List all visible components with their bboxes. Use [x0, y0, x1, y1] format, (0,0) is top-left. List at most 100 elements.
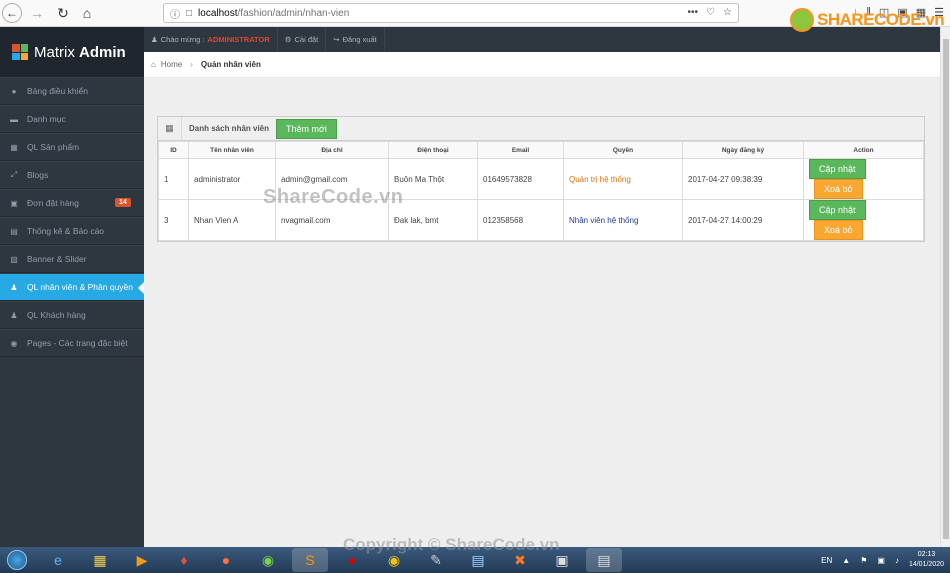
copyright-watermark: Copyright © ShareCode.vn: [343, 535, 560, 554]
cell-id: 3: [158, 199, 189, 241]
sidebar-item-customers[interactable]: ♟ QL Khách hàng: [0, 301, 144, 329]
column-header: ID: [158, 141, 189, 159]
monitor-icon[interactable]: ▣: [877, 556, 885, 565]
update-button[interactable]: Cập nhật: [809, 159, 866, 179]
app-green-icon[interactable]: ◉: [250, 548, 286, 572]
column-header: Tên nhân viên: [188, 141, 276, 159]
staff-panel: ▦ Danh sách nhân viên Thêm mới ID Tên nh…: [157, 116, 925, 242]
sidebar-item-categories[interactable]: ▬ Danh mục: [0, 105, 144, 133]
brand[interactable]: Matrix Admin: [0, 27, 144, 77]
sidebar-item-label: Danh mục: [27, 114, 66, 124]
sidebar-item-label: QL nhân viên & Phân quyền: [27, 282, 134, 292]
sidebar-item-label: Bảng điều khiển: [27, 86, 88, 96]
bookmark-star-icon[interactable]: ☆: [723, 7, 732, 18]
brand-text: Matrix Admin: [34, 43, 126, 61]
sidebar-item-label: Blogs: [27, 170, 49, 180]
sidebar-item-label: QL Sản phẩm: [27, 142, 80, 152]
sidebar-item-label: Thống kê & Báo cáo: [27, 226, 105, 236]
ie-icon[interactable]: e: [40, 548, 76, 572]
film-icon: ▧: [10, 254, 18, 264]
chart-icon: ▤: [10, 226, 18, 236]
panel-title: Danh sách nhân viên: [189, 124, 270, 133]
cell-actions: Cập nhậtXoá bỏ: [803, 158, 924, 200]
clock[interactable]: 02:13 14/01/2020: [909, 550, 944, 570]
orders-count-badge: 14: [115, 198, 131, 207]
system-tray: EN ▲ ⚑ ▣ ♪ 02:13 14/01/2020: [821, 547, 950, 573]
home-icon[interactable]: ⌂: [76, 2, 98, 24]
delete-button[interactable]: Xoá bỏ: [814, 179, 863, 199]
cell-email: 01649573828: [477, 158, 564, 200]
volume-icon[interactable]: ♪: [895, 556, 899, 565]
sidebar-item-products[interactable]: ▦ QL Sản phẩm: [0, 133, 144, 161]
home-icon: ●: [11, 86, 17, 96]
reload-icon[interactable]: ↻: [52, 2, 74, 24]
start-button[interactable]: [0, 547, 34, 573]
chevron-right-icon: ›: [190, 60, 193, 69]
delete-button[interactable]: Xoá bỏ: [814, 220, 863, 240]
info-icon: ◉: [10, 338, 18, 348]
column-header: Quyền: [563, 141, 683, 159]
user-icon: ♟: [151, 35, 158, 44]
sidebar-item-banner[interactable]: ▧ Banner & Slider: [0, 245, 144, 273]
grid-icon: ▦: [10, 142, 18, 152]
sharecode-logo-text: SHARECODE.vn: [817, 10, 945, 29]
cell-email: 012358568: [477, 199, 564, 241]
user-icon: ♟: [10, 310, 18, 320]
language-indicator[interactable]: EN: [821, 556, 832, 565]
watermark: ShareCode.vn: [263, 186, 404, 208]
back-icon[interactable]: ←: [2, 3, 22, 23]
sharecode-logo: SHARECODE.vn: [790, 8, 945, 32]
sidebar-item-staff[interactable]: ♟ QL nhân viên & Phân quyền: [0, 273, 144, 301]
explorer-icon[interactable]: ▦: [82, 548, 118, 572]
share-icon: ↪: [333, 35, 340, 44]
sidebar-item-reports[interactable]: ▤ Thống kê & Báo cáo: [0, 217, 144, 245]
cell-role: Quản trị hệ thống: [563, 158, 683, 200]
column-header: Địa chỉ: [275, 141, 389, 159]
tray-arrow-icon[interactable]: ▲: [842, 556, 850, 565]
info-icon[interactable]: ⓘ: [170, 6, 180, 21]
media-player-icon[interactable]: ▶: [124, 548, 160, 572]
logout-link[interactable]: ↪ Đăng xuất: [326, 27, 385, 52]
user-greeting[interactable]: ♟ Chào mừng : ADMINISTRATOR: [144, 27, 278, 52]
breadcrumb: ⌂ Home › Quản nhân viên: [144, 52, 940, 78]
settings-link[interactable]: ⚙ Cài đặt: [278, 27, 327, 52]
username: ADMINISTRATOR: [207, 35, 270, 44]
windows-logo-icon: [7, 550, 27, 570]
breadcrumb-current: Quản nhân viên: [200, 60, 261, 69]
pocket-icon[interactable]: ♡: [706, 7, 715, 18]
update-button[interactable]: Cập nhật: [809, 200, 866, 220]
folder-icon: ▬: [10, 114, 18, 124]
sidebar-item-dashboard[interactable]: ● Bảng điều khiển: [0, 77, 144, 105]
brand-logo-icon: [12, 44, 28, 60]
fullscreen-icon: ⤢: [10, 170, 18, 179]
column-header: Điện thoại: [388, 141, 478, 159]
screen-icon[interactable]: ▤: [586, 548, 622, 572]
sidebar-item-orders[interactable]: ▣ Đơn đặt hàng 14: [0, 189, 144, 217]
add-new-button[interactable]: Thêm mới: [276, 118, 337, 139]
column-header: Action: [803, 141, 924, 159]
user-icon: ♟: [10, 282, 18, 292]
grid-icon: ▦: [158, 116, 182, 141]
breadcrumb-home[interactable]: Home: [161, 60, 182, 69]
gear-icon: ⚙: [284, 35, 292, 44]
flag-icon[interactable]: ⚑: [860, 556, 867, 565]
url-path: /fashion/admin/nhan-vien: [237, 7, 350, 19]
vertical-scrollbar[interactable]: [940, 27, 950, 547]
sidebar-item-blogs[interactable]: ⤢ Blogs: [0, 161, 144, 189]
cell-actions: Cập nhậtXoá bỏ: [803, 199, 924, 241]
forward-icon[interactable]: →: [26, 2, 48, 24]
sublime-icon[interactable]: S: [292, 548, 328, 572]
firefox-icon[interactable]: ●: [208, 548, 244, 572]
paint-icon[interactable]: ♦: [166, 548, 202, 572]
sidebar-menu: ● Bảng điều khiển ▬ Danh mục ▦ QL Sản phẩm …: [0, 77, 144, 357]
url-bar[interactable]: ⓘ □ localhost/fashion/admin/nhan-vien ••…: [163, 3, 739, 23]
sharecode-logo-icon: [790, 8, 814, 32]
scrollbar-thumb[interactable]: [943, 39, 949, 539]
more-icon[interactable]: •••: [688, 7, 699, 18]
sidebar-item-label: QL Khách hàng: [27, 310, 86, 320]
cell-date: 2017-04-27 14:00:29: [682, 199, 804, 241]
sidebar-item-pages[interactable]: ◉ Pages - Các trang đặc biệt: [0, 329, 144, 357]
cell-role: Nhân viên hệ thống: [563, 199, 683, 241]
panel-header: ▦ Danh sách nhân viên Thêm mới: [158, 116, 924, 141]
sidebar: Matrix Admin ● Bảng điều khiển ▬ Danh mục …: [0, 27, 144, 547]
